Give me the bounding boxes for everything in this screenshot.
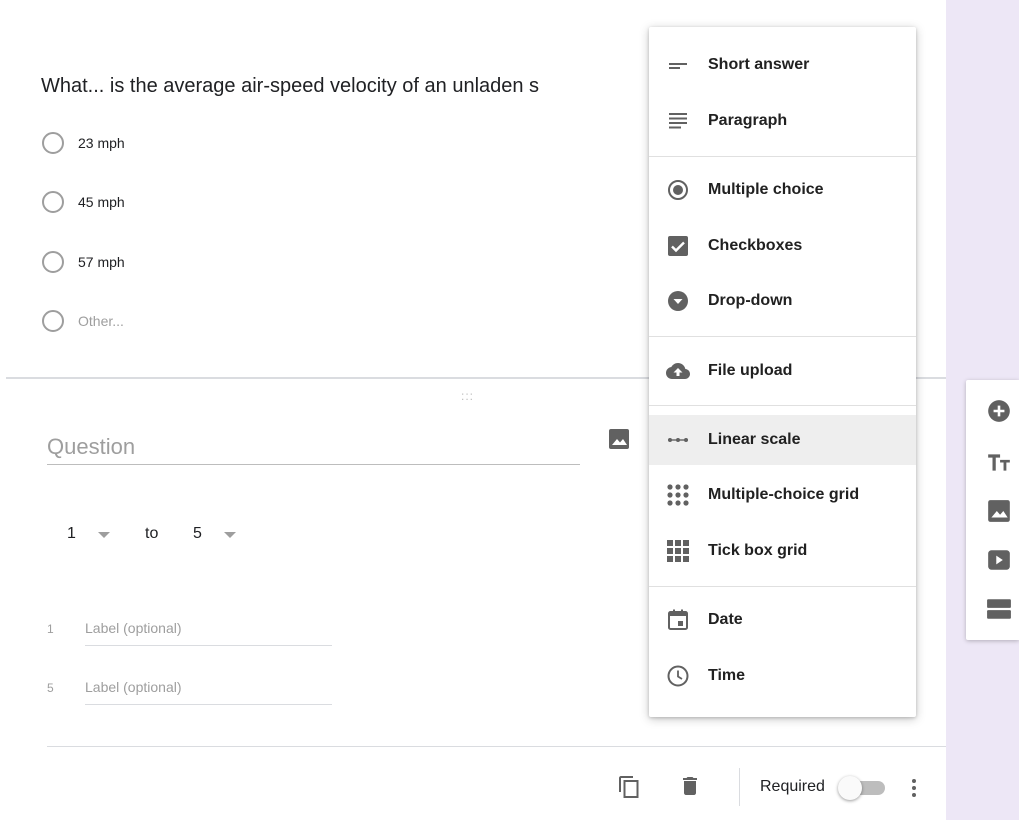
option-label: 45 mph: [78, 194, 125, 210]
insert-image-icon[interactable]: [607, 427, 631, 451]
required-label: Required: [760, 778, 825, 795]
menu-item-label: Multiple-choice grid: [708, 486, 860, 503]
question-type-menu: Short answer Paragraph Multiple choice C…: [649, 27, 916, 717]
scale-from-select[interactable]: 1: [67, 525, 76, 543]
menu-item-multiple-choice-grid[interactable]: Multiple-choice grid: [649, 470, 916, 520]
menu-item-drop-down[interactable]: Drop-down: [649, 276, 916, 326]
radio-icon[interactable]: [42, 191, 64, 213]
footer-separator: [739, 768, 740, 806]
previous-question-title: What... is the average air-speed velocit…: [41, 75, 540, 97]
paragraph-icon: [669, 113, 687, 129]
option-row[interactable]: 45 mph: [42, 190, 125, 214]
tick-grid-icon: [667, 540, 689, 562]
option-row-other[interactable]: Other...: [42, 309, 124, 333]
dropdown-icon: [668, 291, 688, 311]
radio-icon: [668, 180, 688, 200]
menu-item-linear-scale[interactable]: Linear scale: [649, 415, 916, 465]
add-question-icon[interactable]: [986, 398, 1012, 424]
menu-item-short-answer[interactable]: Short answer: [649, 40, 916, 90]
video-icon[interactable]: [986, 547, 1012, 573]
side-toolbar: [966, 380, 1019, 640]
footer-divider: [47, 746, 946, 747]
short-answer-icon: [669, 63, 687, 69]
scale-to-label: to: [145, 525, 159, 542]
label-input[interactable]: Label (optional): [85, 620, 332, 646]
more-options-icon[interactable]: [902, 776, 926, 800]
radio-icon[interactable]: [42, 251, 64, 273]
linear-scale-icon: [668, 438, 688, 442]
cloud-upload-icon: [666, 363, 690, 379]
menu-item-file-upload[interactable]: File upload: [649, 346, 916, 396]
radio-icon[interactable]: [42, 132, 64, 154]
menu-item-label: Linear scale: [708, 431, 801, 448]
menu-item-label: Tick box grid: [708, 542, 808, 559]
question-title-input[interactable]: Question: [47, 432, 580, 465]
scale-to-select[interactable]: 5: [193, 525, 202, 543]
required-toggle-knob[interactable]: [838, 776, 862, 800]
menu-item-label: Paragraph: [708, 112, 788, 129]
menu-item-label: Checkboxes: [708, 237, 803, 254]
menu-item-paragraph[interactable]: Paragraph: [649, 96, 916, 146]
chevron-down-icon[interactable]: [98, 532, 110, 538]
checkbox-icon: [668, 236, 688, 256]
menu-item-label: Drop-down: [708, 292, 793, 309]
dot-grid-icon: [667, 484, 689, 506]
drag-handle-icon[interactable]: :::: [461, 389, 474, 403]
menu-item-tick-box-grid[interactable]: Tick box grid: [649, 526, 916, 576]
menu-divider: [649, 156, 916, 157]
section-icon[interactable]: [986, 596, 1012, 622]
menu-item-label: Multiple choice: [708, 181, 824, 198]
menu-item-label: Short answer: [708, 56, 810, 73]
delete-icon[interactable]: [678, 774, 702, 798]
image-icon[interactable]: [986, 498, 1012, 524]
menu-item-date[interactable]: Date: [649, 595, 916, 645]
option-label: 23 mph: [78, 135, 125, 151]
clock-icon: [667, 665, 689, 687]
menu-divider: [649, 586, 916, 587]
menu-item-checkboxes[interactable]: Checkboxes: [649, 221, 916, 271]
menu-item-time[interactable]: Time: [649, 651, 916, 701]
duplicate-icon[interactable]: [617, 775, 641, 799]
menu-divider: [649, 405, 916, 406]
option-row[interactable]: 57 mph: [42, 250, 125, 274]
menu-divider: [649, 336, 916, 337]
option-label-other: Other...: [78, 313, 124, 329]
menu-item-label: Date: [708, 611, 743, 628]
label-number: 1: [47, 622, 54, 636]
calendar-icon: [668, 609, 688, 630]
label-number: 5: [47, 681, 54, 695]
menu-item-label: Time: [708, 667, 746, 684]
option-label: 57 mph: [78, 254, 125, 270]
menu-item-label: File upload: [708, 362, 793, 379]
title-text-icon[interactable]: [986, 449, 1012, 475]
chevron-down-icon[interactable]: [224, 532, 236, 538]
label-input[interactable]: Label (optional): [85, 679, 332, 705]
menu-item-multiple-choice[interactable]: Multiple choice: [649, 165, 916, 215]
option-row[interactable]: 23 mph: [42, 131, 125, 155]
radio-icon[interactable]: [42, 310, 64, 332]
